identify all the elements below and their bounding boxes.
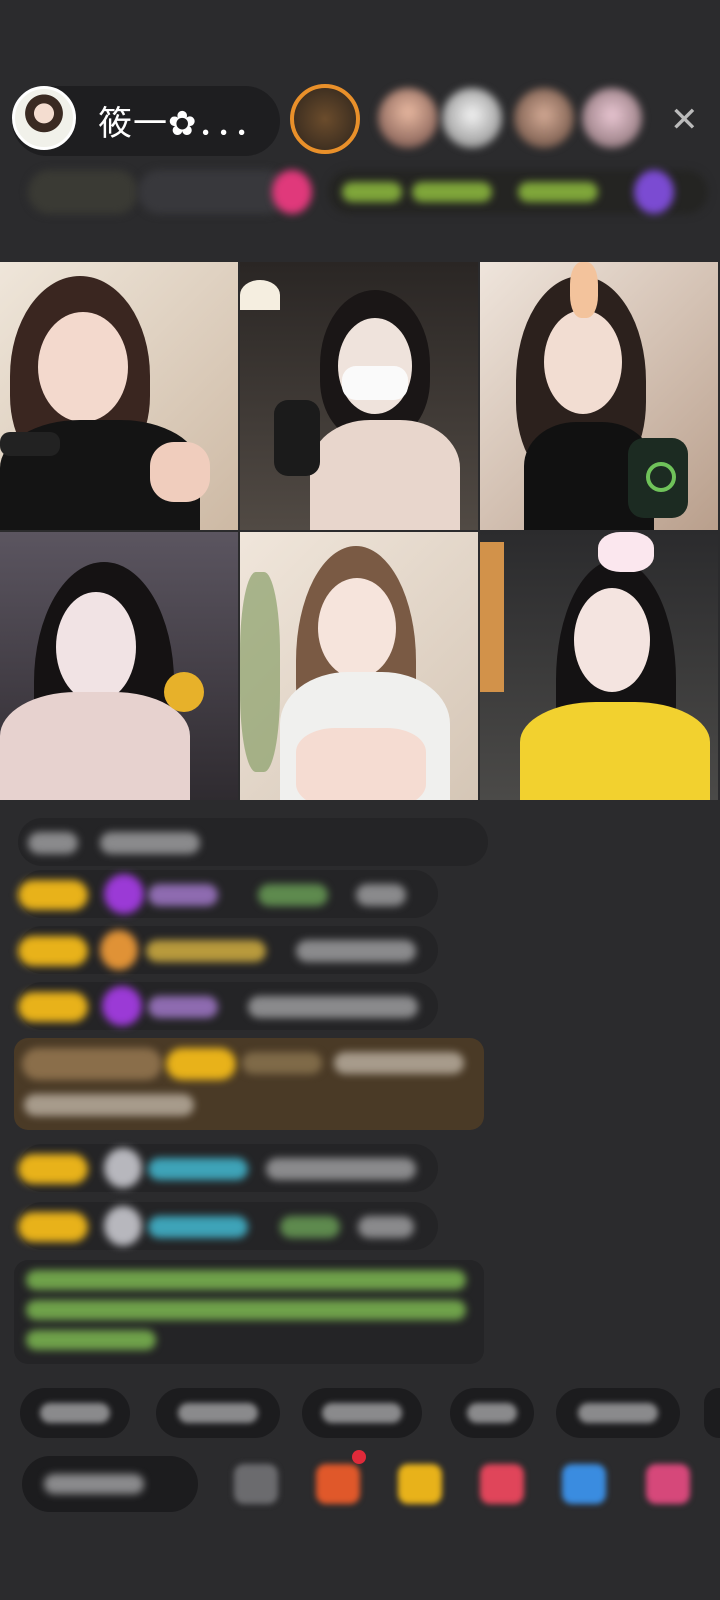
user-avatar [104, 1148, 142, 1188]
activity-text [412, 182, 492, 202]
emoji-icon[interactable] [234, 1464, 278, 1504]
quick-reply-chip[interactable] [556, 1388, 680, 1438]
level-badge [18, 1212, 88, 1242]
quick-reply-chip[interactable] [704, 1388, 720, 1438]
chat-message[interactable] [18, 1202, 438, 1250]
video-seat-2[interactable] [240, 262, 478, 530]
chat-message[interactable] [18, 926, 438, 974]
video-seat-1[interactable] [0, 262, 238, 530]
chat-target [258, 884, 328, 906]
room-tag-row [28, 170, 708, 222]
gift-box-icon[interactable] [316, 1464, 360, 1504]
chat-username[interactable] [146, 940, 266, 962]
chat-username[interactable] [148, 884, 218, 906]
level-badge [18, 992, 88, 1022]
notification-dot [352, 1450, 366, 1464]
gift-highlight-message[interactable] [14, 1038, 484, 1130]
viewer-avatar[interactable] [582, 88, 642, 148]
chat-text [266, 1158, 416, 1180]
level-badge [18, 1154, 88, 1184]
chat-text [248, 996, 418, 1018]
viewer-avatar[interactable] [514, 88, 574, 148]
quick-reply-chip[interactable] [156, 1388, 280, 1438]
level-badge [18, 936, 88, 966]
fan-badge-icon [100, 930, 138, 970]
host-avatar[interactable] [12, 86, 76, 150]
fan-badge-icon [102, 986, 142, 1026]
quick-reply-chip[interactable] [20, 1388, 130, 1438]
top-viewer-avatar[interactable] [290, 84, 360, 154]
chat-message[interactable] [18, 870, 438, 918]
rank-chip[interactable] [28, 170, 138, 214]
video-seat-3[interactable] [480, 262, 718, 530]
lucky-bag-icon[interactable] [398, 1464, 442, 1504]
video-seat-6[interactable] [480, 532, 718, 800]
chat-username[interactable] [148, 1158, 248, 1180]
close-icon[interactable]: ✕ [670, 100, 699, 140]
quick-reply-chip[interactable] [302, 1388, 422, 1438]
system-notice-message [14, 1260, 484, 1364]
chat-input-box[interactable] [22, 1456, 198, 1512]
activity-text [518, 182, 598, 202]
game-icon[interactable] [562, 1464, 606, 1504]
chat-message[interactable] [18, 982, 438, 1030]
host-name: 筱一✿．．． [98, 104, 269, 144]
chat-text [296, 940, 416, 962]
fan-club-icon[interactable] [480, 1464, 524, 1504]
badge-icon[interactable] [634, 170, 674, 214]
chat-message[interactable] [18, 1144, 438, 1192]
chat-target [280, 1216, 340, 1238]
hot-chip[interactable] [138, 170, 288, 214]
video-seat-5[interactable] [240, 532, 478, 800]
user-avatar [104, 1206, 142, 1246]
multi-guest-video-grid [0, 262, 720, 802]
fan-badge-icon [104, 874, 144, 914]
video-seat-4[interactable] [0, 532, 238, 800]
chat-username[interactable] [148, 996, 218, 1018]
chat-welcome-message [18, 818, 488, 866]
activity-text [342, 182, 402, 202]
gift-icon[interactable] [646, 1464, 690, 1504]
viewer-avatar[interactable] [378, 88, 438, 148]
chat-text [356, 884, 406, 906]
chat-username[interactable] [148, 1216, 248, 1238]
viewer-avatar[interactable] [442, 88, 502, 148]
chat-text [358, 1216, 414, 1238]
level-badge [18, 880, 88, 910]
quick-reply-chip[interactable] [450, 1388, 534, 1438]
gift-chip-icon[interactable] [272, 170, 312, 214]
